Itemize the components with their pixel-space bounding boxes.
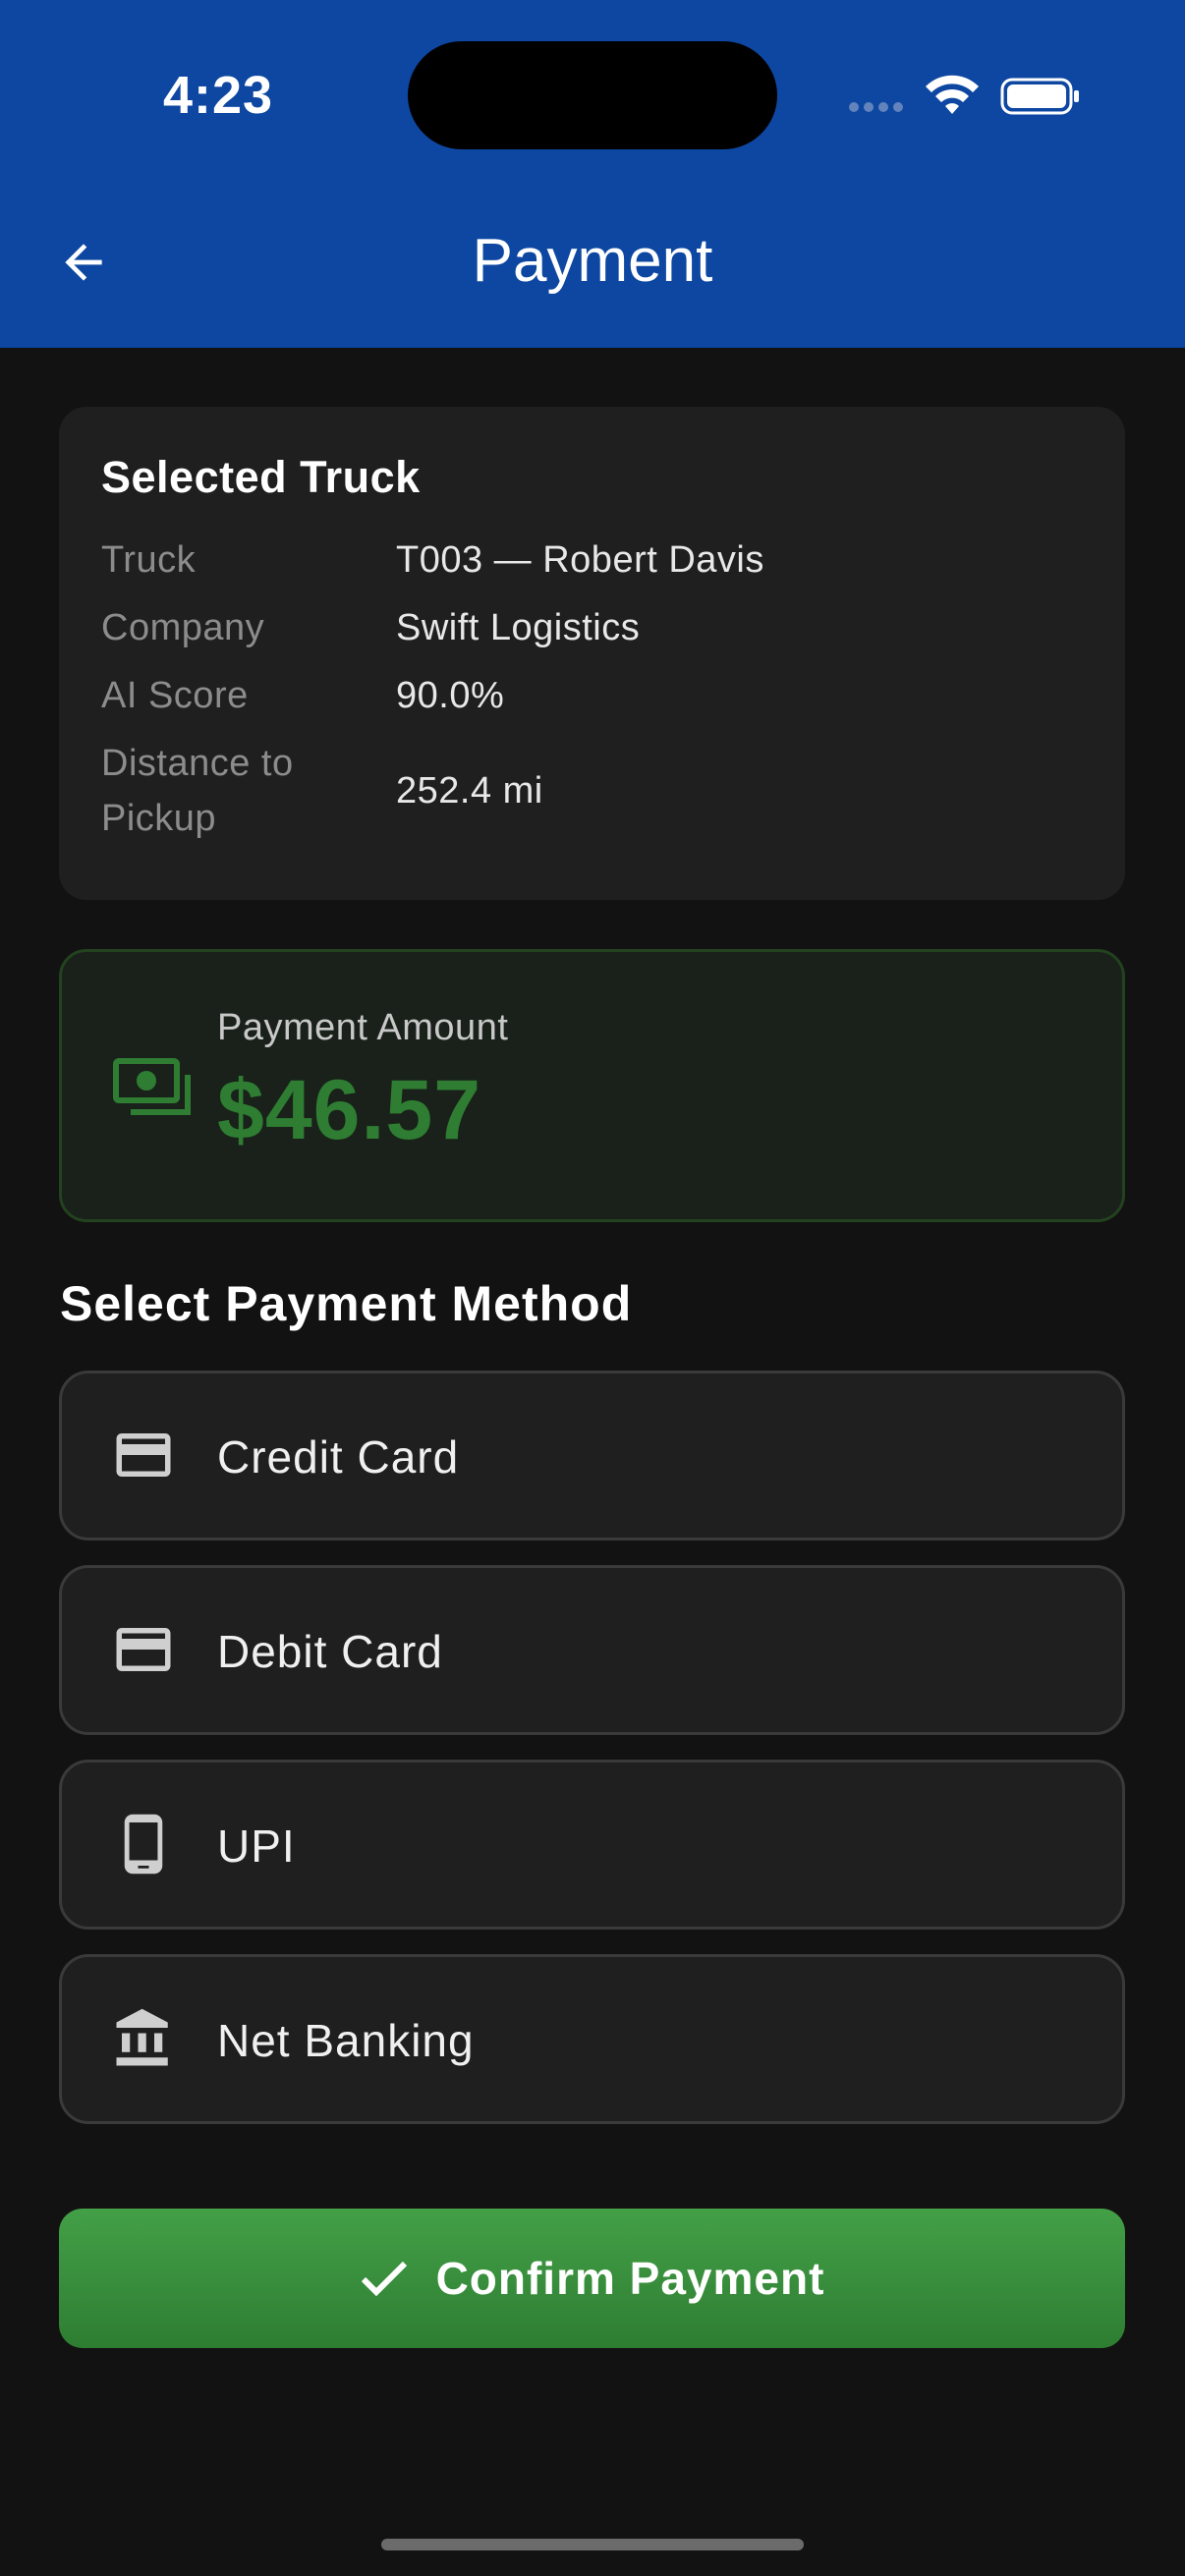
- company-value: Swift Logistics: [396, 607, 641, 648]
- method-label: Credit Card: [217, 1431, 460, 1483]
- distance-label: Distance to: [101, 743, 294, 784]
- payment-amount-card: Payment Amount $46.57: [59, 949, 1125, 1222]
- method-credit-card[interactable]: Credit Card: [59, 1371, 1125, 1540]
- selected-truck-card: Selected Truck Truck T003 — Robert Davis…: [59, 407, 1125, 900]
- truck-label: Truck: [101, 539, 197, 581]
- confirm-payment-label: Confirm Payment: [435, 2253, 825, 2304]
- battery-icon: [1000, 78, 1079, 115]
- payment-amount-value: $46.57: [217, 1063, 482, 1157]
- check-icon: [361, 2261, 407, 2297]
- truck-value: T003 — Robert Davis: [396, 539, 764, 581]
- distance-label-line2: Pickup: [101, 798, 217, 839]
- cellular-signal-icon: [849, 102, 903, 112]
- wifi-icon: [926, 75, 979, 114]
- confirm-payment-button[interactable]: Confirm Payment: [59, 2209, 1125, 2348]
- ai-score-label: AI Score: [101, 675, 249, 716]
- method-label: UPI: [217, 1820, 296, 1872]
- method-debit-card[interactable]: Debit Card: [59, 1565, 1125, 1735]
- method-label: Debit Card: [217, 1626, 443, 1677]
- payment-screen: 4:23 Payment Selected Truck Truck T003 —…: [0, 0, 1185, 2576]
- company-label: Company: [101, 607, 265, 648]
- method-net-banking[interactable]: Net Banking: [59, 1954, 1125, 2124]
- app-bar: 4:23 Payment: [0, 0, 1185, 348]
- section-title: Select Payment Method: [60, 1276, 633, 1331]
- home-indicator[interactable]: [381, 2539, 804, 2550]
- status-time: 4:23: [163, 66, 274, 125]
- ai-score-value: 90.0%: [396, 675, 505, 716]
- method-upi[interactable]: UPI: [59, 1760, 1125, 1930]
- bank-icon: [116, 2008, 168, 2066]
- distance-value: 252.4 mi: [396, 770, 543, 812]
- method-label: Net Banking: [217, 2015, 475, 2066]
- page-title: Payment: [472, 227, 713, 295]
- money-icon: [113, 1058, 191, 1115]
- credit-card-icon: [116, 1433, 171, 1477]
- smartphone-icon: [124, 1814, 163, 1875]
- payment-amount-label: Payment Amount: [217, 1007, 509, 1048]
- credit-card-icon: [116, 1628, 171, 1671]
- card-title: Selected Truck: [101, 452, 421, 502]
- dynamic-island: [408, 41, 777, 149]
